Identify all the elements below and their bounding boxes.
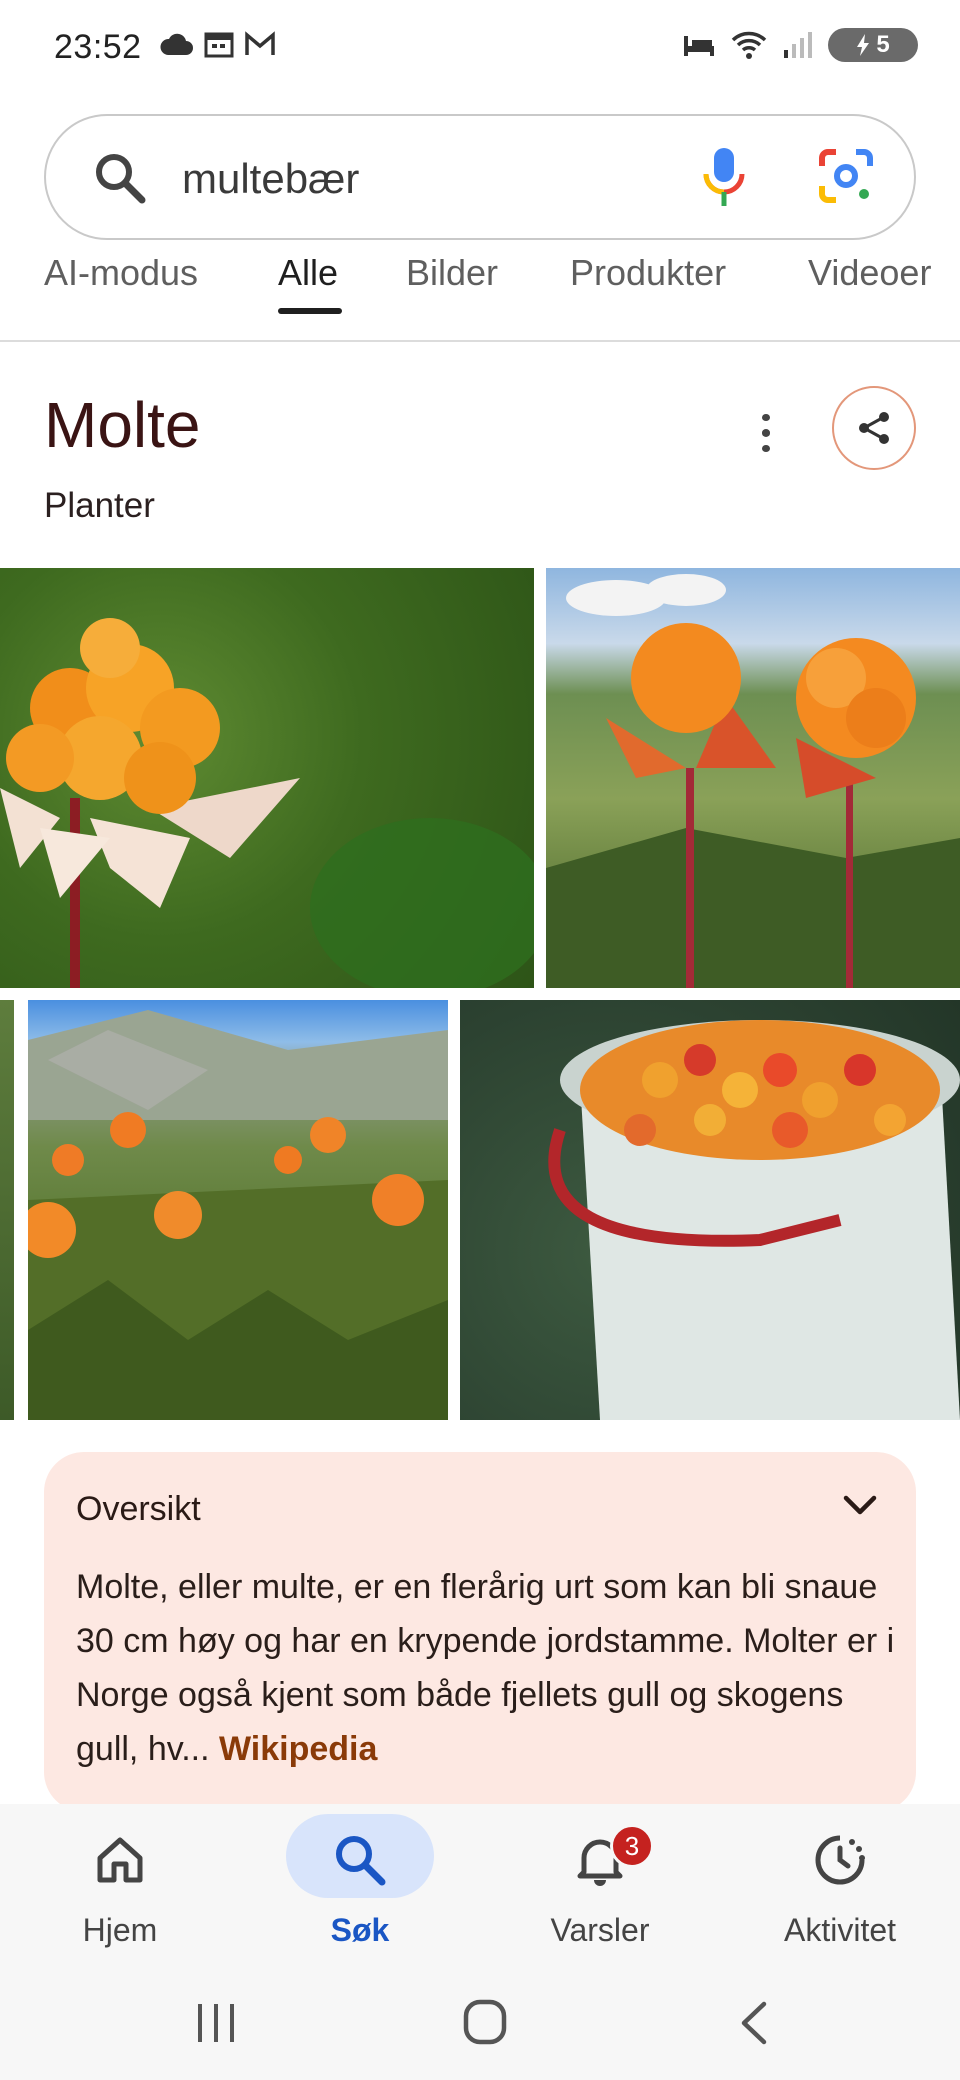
lens-icon[interactable] [816,146,876,206]
entity-title: Molte [44,389,201,461]
search-tabs: AI-modus Alle Bilder Produkter Videoer [0,252,960,342]
search-icon[interactable] [92,150,148,206]
tab-ai-mode[interactable]: AI-modus [44,252,198,312]
more-dot [762,444,770,452]
nav-notifications-label: Varsler [550,1912,650,1948]
tab-videos[interactable]: Videoer [808,252,931,312]
more-dot [762,429,770,437]
cloudberry-field-image[interactable] [28,1000,448,1420]
share-button[interactable] [832,386,916,470]
charging-bolt-icon [857,34,870,56]
back-icon[interactable] [738,2000,768,2046]
entity-subtitle: Planter [44,486,155,525]
activity-icon [810,1830,870,1890]
tab-products[interactable]: Produkter [570,252,726,312]
cloudberry-bucket-image[interactable] [460,1000,960,1420]
share-icon [859,412,889,444]
overview-title: Oversikt [76,1490,201,1528]
signal-icon [784,32,812,58]
chevron-down-icon[interactable] [840,1490,880,1520]
nav-home-label: Hjem [82,1912,158,1948]
nav-notifications[interactable]: 3 Varsler [500,1804,700,1974]
tab-all[interactable]: Alle [278,252,338,312]
cloudberry-closeup-image[interactable] [0,568,534,988]
calendar-icon [204,32,234,58]
cloud-icon [160,33,193,55]
bed-icon [684,36,714,56]
home-button-icon[interactable] [462,1998,508,2046]
nav-search[interactable]: Søk [260,1804,460,1974]
bottom-navigation: Hjem Søk 3 Varsler Aktivitet [0,1804,960,1974]
home-icon [90,1830,150,1890]
more-options-button[interactable] [748,408,784,458]
recent-apps-icon[interactable] [194,2000,238,2046]
status-notification-icons [160,30,276,58]
overview-card[interactable]: Oversikt Molte, eller multe, er en flerå… [44,1452,916,1812]
overview-ellipsis: ... [181,1730,220,1768]
status-bar: 23:52 5 [0,0,960,100]
overview-text: Molte, eller multe, er en flerårig urt s… [76,1560,896,1776]
search-icon [330,1830,390,1890]
search-input[interactable] [182,144,682,214]
wifi-icon [731,31,767,59]
cloudberry-bucket-illustration [548,1020,960,1420]
nav-activity[interactable]: Aktivitet [740,1804,940,1974]
cloudberry-closeup-illustration [0,618,534,988]
search-bar[interactable] [44,114,916,240]
battery-icon: 5 [828,28,918,62]
status-system-icons: 5 [682,28,918,62]
status-time: 23:52 [54,28,142,66]
active-tab-indicator [278,308,342,314]
partial-cloudberry-image[interactable] [0,1000,14,1420]
notification-badge: 3 [610,1824,654,1868]
gmail-icon [245,31,275,55]
nav-home[interactable]: Hjem [20,1804,220,1974]
cloudberry-field-illustration [28,1010,448,1420]
nav-activity-label: Aktivitet [783,1912,897,1948]
more-dot [762,414,770,422]
cloudberries-mountain-illustration [546,574,960,988]
wikipedia-link[interactable]: Wikipedia [219,1730,377,1768]
cloudberries-mountain-image[interactable] [546,568,960,988]
mic-icon[interactable] [700,144,748,210]
tab-images[interactable]: Bilder [406,252,498,312]
battery-level: 5 [876,31,890,58]
nav-search-label: Søk [330,1912,390,1948]
system-navigation-bar [0,1974,960,2080]
